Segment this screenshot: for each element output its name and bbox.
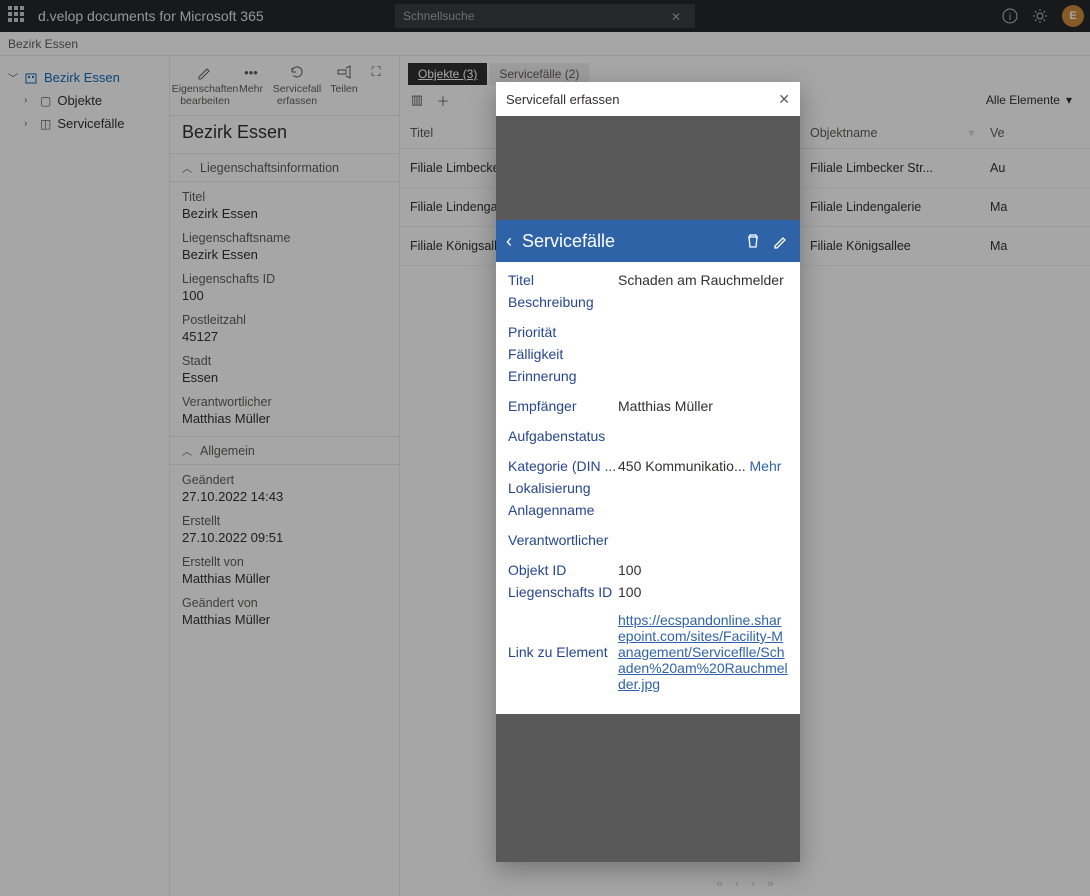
modal-body: TitelSchaden am Rauchmelder Beschreibung…: [496, 262, 800, 714]
modal-servicefall: Servicefall erfassen ✕ ‹ Servicefälle Ti…: [496, 82, 800, 862]
modal-blue-bar: ‹ Servicefälle: [496, 220, 800, 262]
close-icon[interactable]: ✕: [778, 91, 790, 108]
trash-icon[interactable]: [744, 232, 762, 250]
modal-title: Servicefall erfassen: [506, 92, 619, 107]
modal-blue-title: Servicefälle: [522, 231, 734, 252]
modal-header: Servicefall erfassen ✕: [496, 82, 800, 116]
modal-footer-space: [496, 714, 800, 862]
back-icon[interactable]: ‹: [506, 231, 512, 252]
pencil-icon[interactable]: [772, 232, 790, 250]
more-link[interactable]: Mehr: [750, 458, 782, 474]
element-link[interactable]: https://ecspandonline.sharepoint.com/sit…: [618, 612, 788, 692]
